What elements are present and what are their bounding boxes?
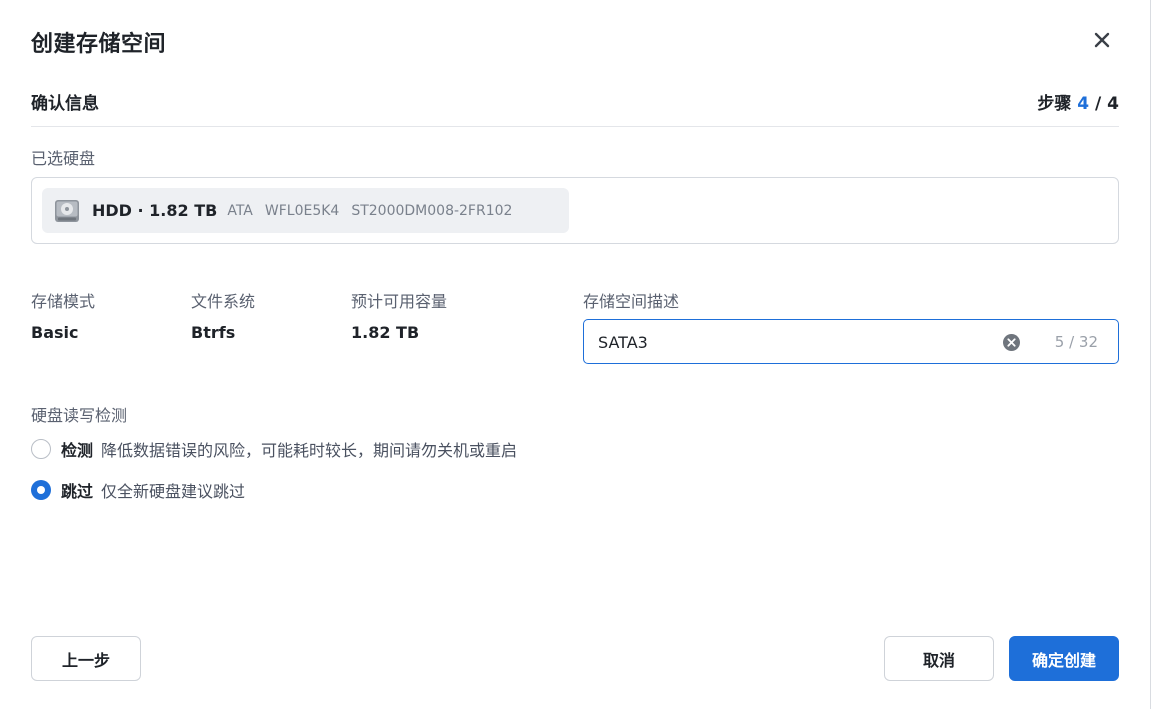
step-current: 4 [1077,94,1090,114]
description-field[interactable]: 5 / 32 [583,319,1119,364]
close-button[interactable] [1088,26,1116,54]
character-counter: 5 / 32 [1054,333,1098,351]
disk-serial: WFL0E5K4 [264,202,340,219]
detect-title: 检测 [61,441,94,460]
skip-desc: 仅全新硬盘建议跳过 [101,482,246,501]
disk-check-label: 硬盘读写检测 [31,406,128,425]
detect-desc: 降低数据错误的风险，可能耗时较长，期间请勿关机或重启 [101,441,518,460]
selected-disks-box: HDD · 1.82 TB ATA WFL0E5K4 ST2000DM008-2… [31,177,1119,244]
storage-mode-label: 存储模式 [31,292,96,311]
radio-skip[interactable] [31,480,51,500]
check-option-detect[interactable]: 检测 降低数据错误的风险，可能耗时较长，期间请勿关机或重启 [31,437,517,461]
disk-chip: HDD · 1.82 TB ATA WFL0E5K4 ST2000DM008-2… [42,188,569,233]
selected-disks-label: 已选硬盘 [31,149,96,168]
description-label: 存储空间描述 [583,292,680,311]
dialog-title: 创建存储空间 [31,32,167,57]
radio-detect[interactable] [31,439,51,459]
confirm-create-button[interactable]: 确定创建 [1009,636,1119,681]
capacity-label: 预计可用容量 [351,292,448,311]
filesystem-label: 文件系统 [191,292,256,311]
clear-icon[interactable] [1002,333,1021,352]
check-option-skip[interactable]: 跳过 仅全新硬盘建议跳过 [31,478,245,502]
header-divider [31,126,1119,127]
step-indicator: 步骤 4 / 4 [1037,89,1119,114]
description-input[interactable] [598,328,988,356]
disk-name: HDD · 1.82 TB [92,201,218,220]
skip-title: 跳过 [61,482,94,501]
cancel-button[interactable]: 取消 [884,636,994,681]
capacity-value: 1.82 TB [351,323,420,342]
storage-mode-value: Basic [31,323,79,342]
disk-vendor: ATA [227,202,253,219]
previous-step-button[interactable]: 上一步 [31,636,141,681]
hard-disk-icon [55,199,79,222]
filesystem-value: Btrfs [191,323,236,342]
step-title: 确认信息 [31,94,99,114]
step-separator: / [1095,94,1102,114]
disk-model: ST2000DM008-2FR102 [351,202,513,219]
close-icon [1094,32,1110,48]
step-prefix: 步骤 [1037,94,1072,114]
step-total: 4 [1107,94,1119,114]
create-storage-dialog: 创建存储空间 确认信息 步骤 4 / 4 已选硬盘 HDD · 1.82 TB … [0,0,1151,709]
